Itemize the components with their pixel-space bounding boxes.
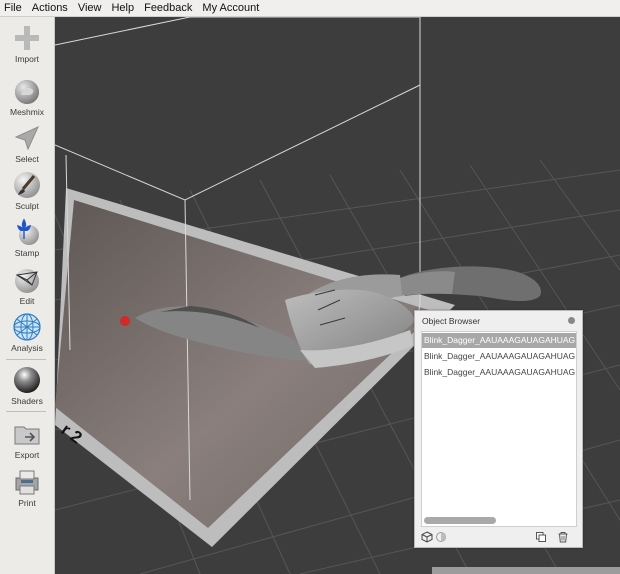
analysis-sphere-icon	[13, 313, 41, 341]
analysis-button[interactable]: Analysis	[0, 312, 54, 353]
plus-icon	[15, 26, 39, 50]
shader-sphere-icon	[14, 367, 40, 393]
brush-icon	[14, 172, 40, 198]
menu-my-account[interactable]: My Account	[197, 0, 264, 16]
edit-mesh-icon	[15, 269, 39, 293]
horizontal-scrollbar[interactable]	[424, 517, 496, 524]
stamp-button[interactable]: Stamp	[0, 217, 54, 258]
trash-icon[interactable]	[557, 531, 569, 543]
shaders-button[interactable]: Shaders	[0, 365, 54, 406]
object-browser-footer	[415, 529, 582, 545]
menu-help[interactable]: Help	[106, 0, 139, 16]
pivot-point[interactable]	[120, 316, 130, 326]
toolbar-divider	[6, 359, 46, 360]
sculpt-button[interactable]: Sculpt	[0, 170, 54, 211]
import-button[interactable]: Import	[0, 23, 54, 64]
export-button[interactable]: Export	[0, 419, 54, 460]
meshmix-bunny-icon	[15, 80, 39, 104]
list-item[interactable]: Blink_Dagger_AAUAAAGAUAGAHUAG	[422, 333, 576, 348]
toolbar-divider	[6, 411, 46, 412]
transparency-icon[interactable]	[435, 531, 447, 543]
meshmix-button[interactable]: Meshmix	[0, 76, 54, 117]
edit-button[interactable]: Edit	[0, 265, 54, 306]
print-button[interactable]: Print	[0, 467, 54, 508]
menu-feedback[interactable]: Feedback	[139, 0, 197, 16]
menu-bar: File Actions View Help Feedback My Accou…	[0, 0, 620, 17]
object-browser-panel: Object Browser Blink_Dagger_AAUAAAGAUAGA…	[414, 310, 583, 548]
select-button[interactable]: Select	[0, 123, 54, 164]
cube-icon[interactable]	[421, 531, 433, 543]
stamp-fleur-icon	[17, 218, 39, 245]
left-toolbar: Import Meshmix Select Sculpt Stamp Edit …	[0, 17, 55, 574]
object-browser-title: Object Browser	[422, 316, 481, 326]
status-strip	[432, 567, 620, 574]
object-list: Blink_Dagger_AAUAAAGAUAGAHUAG Blink_Dagg…	[421, 331, 577, 527]
list-item[interactable]: Blink_Dagger_AAUAAAGAUAGAHUAG	[422, 365, 576, 380]
arrow-cursor-icon	[14, 125, 40, 151]
menu-actions[interactable]: Actions	[27, 0, 73, 16]
menu-view[interactable]: View	[73, 0, 107, 16]
export-folder-icon	[14, 426, 40, 445]
printer-icon	[15, 470, 39, 495]
list-item[interactable]: Blink_Dagger_AAUAAAGAUAGAHUAG	[422, 349, 576, 364]
close-icon[interactable]	[568, 317, 575, 324]
menu-file[interactable]: File	[0, 0, 27, 16]
duplicate-icon[interactable]	[535, 531, 547, 543]
